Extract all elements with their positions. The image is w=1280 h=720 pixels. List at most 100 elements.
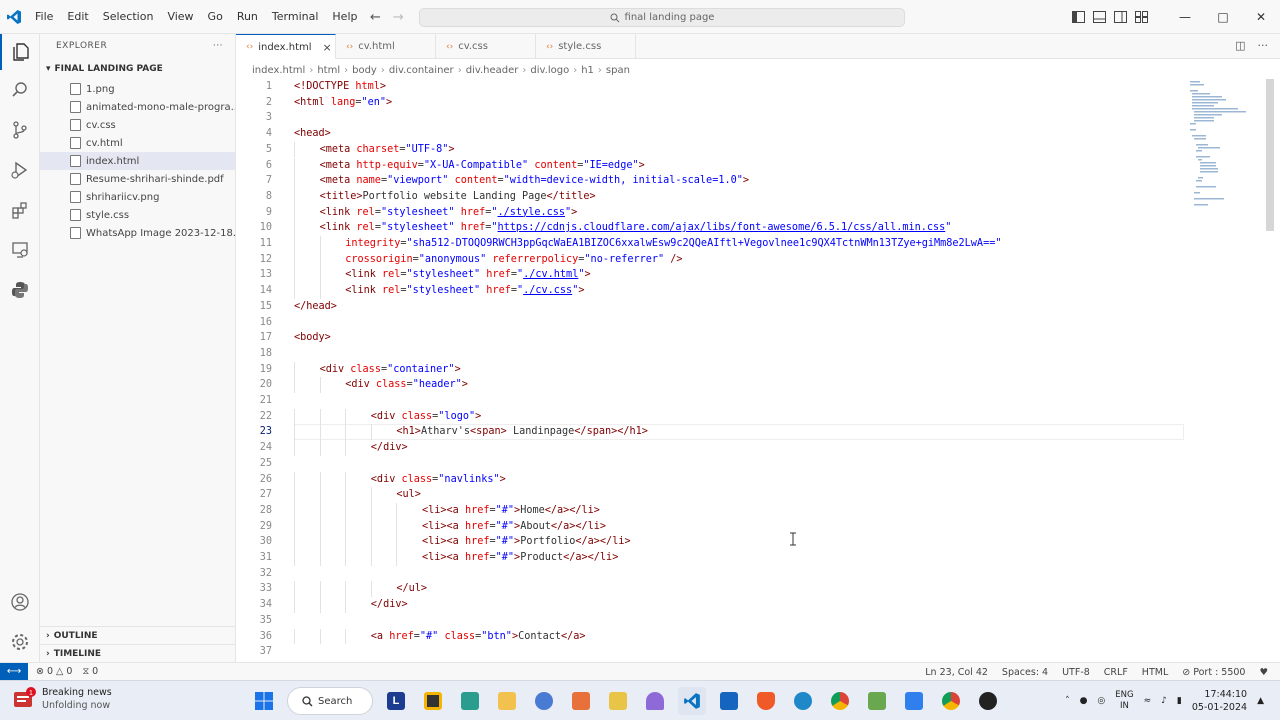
menu-selection[interactable]: Selection (96, 0, 161, 34)
toggle-sidebar-icon[interactable] (1072, 11, 1085, 23)
file-encoding[interactable]: UTF-8 (1062, 667, 1090, 678)
volume-icon[interactable]: ♪ (1161, 696, 1167, 706)
file-item[interactable]: WhatsApp Image 2023-12-18... (40, 224, 235, 242)
indentation[interactable]: Spaces: 4 (1002, 667, 1048, 678)
code-line[interactable]: 35 (236, 613, 1280, 629)
search-activity-icon[interactable] (0, 72, 40, 108)
taskbar-app-check-icon[interactable] (900, 687, 928, 715)
taskbar-search[interactable]: Search (287, 687, 373, 715)
taskbar-app-yellow-icon[interactable] (604, 687, 632, 715)
breadcrumb-item[interactable]: div.container (389, 65, 454, 76)
breadcrumb-item[interactable]: index.html (252, 65, 305, 76)
code-line[interactable]: 6 <meta http-equiv="X-UA-Compatible" cont… (236, 157, 1280, 174)
taskbar-calculator-icon[interactable] (456, 687, 484, 715)
cursor-position[interactable]: Ln 23, Col 42 (925, 667, 988, 678)
notifications-bell-icon[interactable]: ♥ (1259, 667, 1268, 678)
taskbar-edge-icon[interactable] (789, 687, 817, 715)
run-debug-icon[interactable] (0, 152, 40, 188)
taskbar-file-explorer-icon[interactable] (493, 687, 521, 715)
taskbar-app-blue-icon[interactable] (530, 687, 558, 715)
minimap[interactable] (1188, 79, 1246, 219)
code-line[interactable]: 28 <li><a href="#">Home</a></li> (236, 502, 1280, 519)
code-line[interactable]: 1 <!DOCTYPE html> (236, 79, 1280, 95)
close-tab-icon[interactable]: × (323, 41, 332, 54)
customize-layout-icon[interactable] (1135, 11, 1148, 23)
remote-indicator-icon[interactable]: ⟷ (0, 662, 28, 681)
toggle-secondary-sidebar-icon[interactable] (1114, 11, 1127, 23)
taskbar-app-green-icon[interactable] (863, 687, 891, 715)
menu-go[interactable]: Go (201, 0, 230, 34)
code-line[interactable]: 8 <title>Portfolio website Landing Page</… (236, 188, 1280, 205)
taskbar-app-purple-icon[interactable] (641, 687, 669, 715)
file-item[interactable]: shrihariicv.png (40, 188, 235, 206)
taskbar-app-l-icon[interactable]: L (382, 687, 410, 715)
breadcrumb-item[interactable]: h1 (581, 65, 594, 76)
code-line[interactable]: 21 (236, 393, 1280, 409)
code-line[interactable]: 10 <link rel="stylesheet" href="https://c… (236, 220, 1280, 236)
tab-cv-css[interactable]: ‹› cv.css (436, 34, 536, 59)
file-item[interactable]: 1.png (40, 80, 235, 98)
breadcrumb-item[interactable]: span (606, 65, 630, 76)
taskbar-vscode-icon[interactable] (678, 687, 706, 715)
live-server-port[interactable]: ⊘ Port : 5500 (1182, 667, 1245, 678)
code-editor[interactable]: 1 <!DOCTYPE html> 2 <html lang="en"> 3 4 <head… (236, 79, 1280, 662)
wifi-icon[interactable]: ≈ (1144, 696, 1152, 706)
taskbar-notes-icon[interactable] (419, 687, 447, 715)
back-arrow-icon[interactable]: ← (370, 10, 381, 25)
minimize-button[interactable]: — (1166, 10, 1204, 24)
code-line[interactable]: 27 <ul> (236, 487, 1280, 503)
taskbar-chrome-icon[interactable] (826, 687, 854, 715)
menu-edit[interactable]: Edit (60, 0, 95, 34)
file-item[interactable]: Resume-shrihari-shinde.pdf (40, 170, 235, 188)
tab-index-html[interactable]: ‹› index.html × (236, 34, 336, 59)
microphone-icon[interactable]: ◎ (1097, 696, 1105, 706)
code-line[interactable]: 7 <meta name="viewport" content="width=de… (236, 173, 1280, 189)
manage-gear-icon[interactable] (0, 624, 40, 660)
end-of-line[interactable]: CRLF (1104, 667, 1128, 678)
outline-section[interactable]: › OUTLINE (40, 626, 236, 644)
code-line[interactable]: 15 </head> (236, 299, 1280, 315)
tray-app-icon[interactable]: ● (1080, 696, 1088, 706)
taskbar-mail-icon[interactable] (715, 687, 743, 715)
taskbar-chatgpt-icon[interactable] (974, 687, 1002, 715)
code-line[interactable]: 3 (236, 110, 1280, 126)
toggle-panel-icon[interactable] (1093, 11, 1106, 23)
code-line[interactable]: 19 <div class="container"> (236, 361, 1280, 378)
code-line[interactable]: 17 <body> (236, 330, 1280, 346)
code-line[interactable]: 4 <head> (236, 126, 1280, 142)
file-item[interactable]: cv.css (40, 116, 235, 134)
notification-bell-icon[interactable]: ▲ (1257, 696, 1264, 706)
code-line[interactable]: 34 </div> (236, 597, 1280, 613)
taskbar-chrome-2-icon[interactable] (937, 687, 965, 715)
taskbar-brave-icon[interactable] (752, 687, 780, 715)
show-hidden-icons-icon[interactable]: ˄ (1065, 696, 1070, 706)
code-line[interactable]: 32 (236, 566, 1280, 582)
breadcrumb-item[interactable]: html (317, 65, 340, 76)
code-line[interactable]: 18 (236, 346, 1280, 362)
file-item[interactable]: style.css (40, 206, 235, 224)
forward-arrow-icon[interactable]: → (393, 10, 404, 25)
code-line[interactable]: 26 <div class="navlinks"> (236, 471, 1280, 488)
ports-indicator[interactable]: ⧖ 0 (82, 666, 98, 677)
problems-indicator[interactable]: ⊗ 0 △ 0 (36, 666, 72, 677)
maximize-button[interactable]: □ (1204, 10, 1242, 24)
more-actions-icon[interactable]: ··· (213, 41, 223, 51)
code-line[interactable]: 22 <div class="logo"> (236, 408, 1280, 425)
split-editor-icon[interactable]: ◫ (1235, 39, 1245, 52)
code-line[interactable]: 31 <li><a href="#">Product</a></li> (236, 550, 1280, 566)
python-icon[interactable] (0, 272, 40, 308)
file-item[interactable]: cv.html (40, 134, 235, 152)
breadcrumb-item[interactable]: div.header (466, 65, 519, 76)
timeline-section[interactable]: › TIMELINE (40, 644, 236, 662)
menu-file[interactable]: File (28, 0, 60, 34)
clock[interactable]: 17:44:10 05-01-2024 (1192, 688, 1247, 714)
accounts-icon[interactable] (0, 584, 40, 620)
news-widget[interactable]: 1 Breaking news Unfolding now (12, 686, 112, 712)
taskbar-app-orange-icon[interactable] (567, 687, 595, 715)
code-line[interactable]: 36 <a href="#" class="btn">Contact</a> (236, 628, 1280, 645)
code-line[interactable]: 29 <li><a href="#">About</a></li> (236, 518, 1280, 535)
source-control-icon[interactable] (0, 112, 40, 148)
menu-run[interactable]: Run (230, 0, 265, 34)
code-line[interactable]: 12 crossorigin="anonymous" referrerpolicy… (236, 251, 1280, 268)
language-indicator[interactable]: ENG IN (1115, 690, 1133, 712)
